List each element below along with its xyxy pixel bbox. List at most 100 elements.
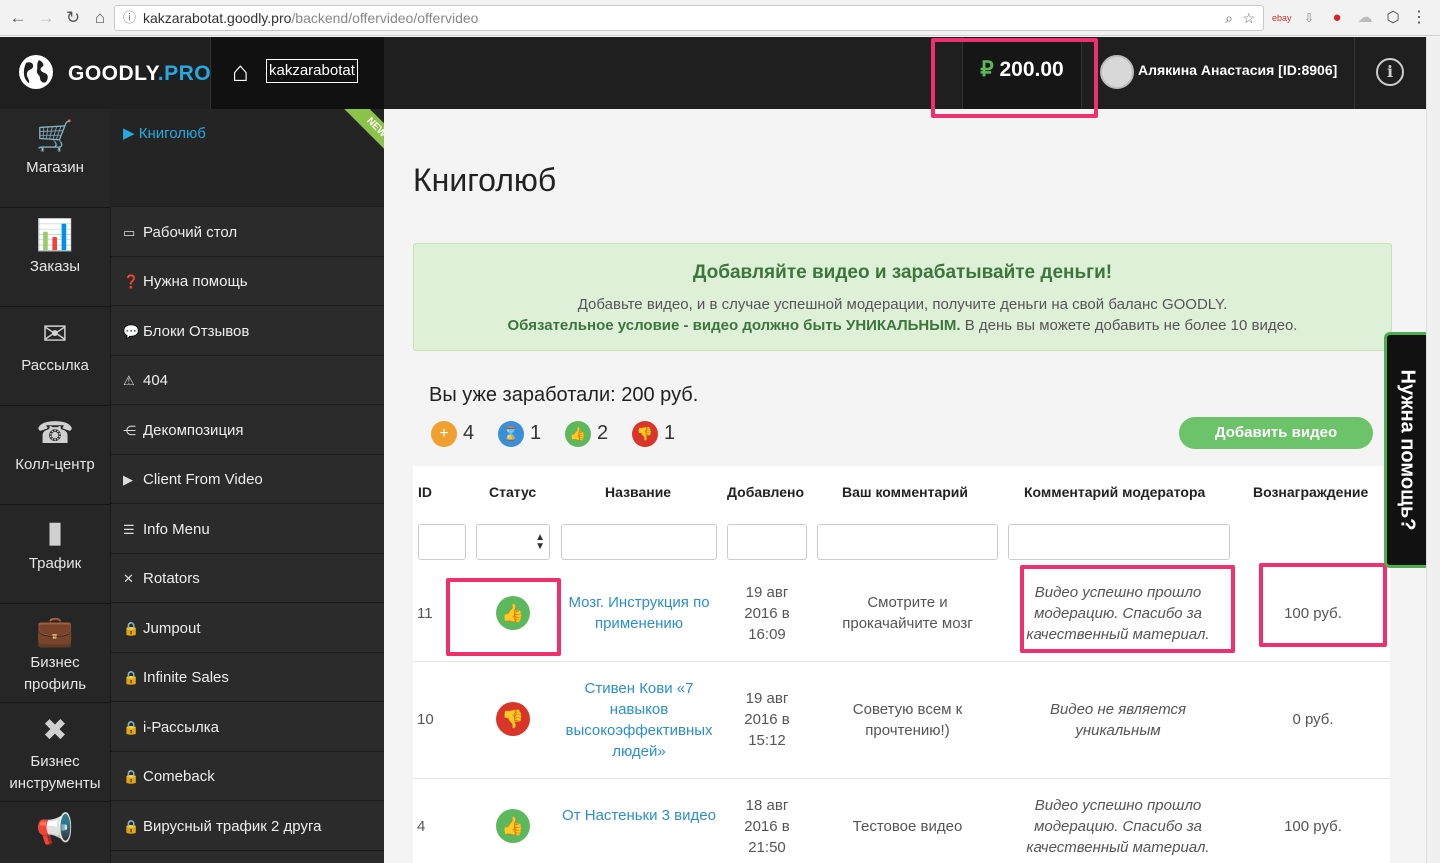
browser-menu-icon[interactable]: ⋮ (1410, 9, 1428, 27)
select-arrows-icon: ▲ ▼ (535, 532, 545, 552)
row-title-link[interactable]: От Настеньки 3 видео (561, 805, 717, 826)
row-title-link[interactable]: Стивен Кови «7 навыков высокоэффективных… (561, 678, 717, 762)
iconbar-item-callcenter[interactable]: ☎ Колл-центр (0, 406, 110, 505)
status-approved-icon: 👍 (496, 809, 530, 843)
info-banner: Добавляйте видео и зарабатывайте деньги!… (413, 243, 1392, 351)
row-id: 11 (417, 605, 433, 622)
cube-extension-icon[interactable]: ⬡ (1384, 9, 1402, 27)
info-icon[interactable]: i (1376, 58, 1404, 86)
bars-icon: ▮ (46, 516, 64, 549)
row-added: 18 авг 2016 в 21:50 (744, 797, 790, 856)
cloud-extension-icon[interactable]: ☁ (1356, 9, 1374, 27)
col-header-added[interactable]: Добавлено (727, 484, 804, 500)
menu-item-info-menu[interactable]: ☰ Info Menu (110, 505, 384, 554)
user-name[interactable]: Алякина Анастасия [ID:8906] (1138, 62, 1337, 78)
col-header-your-comment[interactable]: Ваш комментарий (842, 484, 968, 500)
menu-item-rotators[interactable]: ✕ Rotators (110, 554, 384, 603)
row-added: 19 авг 2016 в 15:12 (744, 690, 790, 749)
headset-icon: ☎ (36, 417, 74, 450)
filter-moderator-input[interactable] (1008, 524, 1230, 560)
menu-item-infinite-sales[interactable]: 🔒 Infinite Sales (110, 653, 384, 702)
help-side-tab[interactable]: Нужна помощь? (1384, 332, 1426, 568)
menu-item-jumpout[interactable]: 🔒 Jumpout (110, 604, 384, 653)
page-scrollbar[interactable] (1426, 37, 1440, 863)
menu-item-viral-traffic[interactable]: 🔒 Вирусный трафик 2 друга (110, 802, 384, 851)
zoom-icon[interactable]: ⌕ (1225, 6, 1233, 30)
comments-icon: 💬 (123, 324, 140, 339)
briefcase-icon: 💼 (36, 615, 74, 648)
row-reward: 100 руб. (1284, 818, 1342, 835)
add-video-button[interactable]: Добавить видео (1179, 417, 1373, 449)
menu-item-comeback[interactable]: 🔒 Comeback (110, 752, 384, 801)
col-header-moderator-comment[interactable]: Комментарий модератора (1024, 484, 1205, 500)
moderator-highlight-box (1020, 565, 1235, 653)
menu-item-client-from-video[interactable]: ▶ Client From Video (110, 455, 384, 504)
site-name[interactable]: kakzarabotat (266, 59, 358, 83)
filter-title-input[interactable] (561, 524, 717, 560)
filter-status-select[interactable]: ▲ ▼ (476, 524, 550, 560)
menu-item-i-mailing[interactable]: 🔒 i-Рассылка (110, 703, 384, 752)
lock-icon: 🔒 (123, 769, 140, 784)
col-header-status[interactable]: Статус (489, 484, 536, 500)
iconbar-item-traffic[interactable]: ▮ Трафик (0, 505, 110, 604)
warning-icon: ⚠ (123, 373, 135, 388)
menu-item-reviews[interactable]: 💬 Блоки Отзывов (110, 307, 384, 356)
play-icon: ▶ (123, 472, 133, 487)
tools-icon: ✖ (42, 714, 68, 747)
row-reward: 0 руб. (1292, 711, 1334, 728)
list-icon: ☰ (123, 522, 135, 537)
col-header-id[interactable]: ID (418, 484, 432, 500)
row-moderator-comment: Видео успешно прошло модерацию. Спасибо … (1026, 797, 1210, 856)
col-header-title[interactable]: Название (605, 484, 671, 500)
iconbar-item-business-profile[interactable]: 💼 Бизнес профиль (0, 604, 110, 703)
lock-icon: 🔒 (123, 819, 140, 834)
back-arrow-icon[interactable]: ← (8, 8, 28, 28)
col-header-reward[interactable]: Вознаграждение (1253, 484, 1368, 500)
shuffle-icon: ✕ (123, 571, 134, 586)
iconbar-item-business-tools[interactable]: ✖ Бизнес инструменты (0, 703, 110, 802)
bookmark-star-icon[interactable]: ☆ (1242, 6, 1255, 30)
sitemap-icon: ⋲ (123, 423, 136, 438)
ebay-extension-icon[interactable]: ebay (1272, 9, 1292, 27)
menu-item-404[interactable]: ⚠ 404 (110, 356, 384, 405)
monitor-icon: ▭ (123, 225, 136, 240)
plus-icon: + (431, 420, 457, 447)
row-id: 4 (417, 818, 426, 835)
iconbar-item-promo[interactable]: 📢 (0, 802, 110, 863)
reload-icon[interactable]: ↻ (63, 8, 83, 28)
filter-comment-input[interactable] (817, 524, 998, 560)
avatar[interactable] (1100, 55, 1134, 89)
filter-added-input[interactable] (727, 524, 807, 560)
address-bar[interactable]: ⓘ kakzarabotat.goodly.pro/backend/offerv… (114, 5, 1264, 31)
home-browser-icon[interactable]: ⌂ (90, 8, 110, 28)
video-camera-icon: ▶ (123, 125, 135, 142)
menu-item-knigolub[interactable]: ▶ Книголюб (123, 124, 206, 142)
status-rejected-icon: 👎 (496, 702, 530, 736)
menu-item-desktop[interactable]: ▭ Рабочий стол (110, 208, 384, 257)
globe-icon (19, 55, 53, 89)
row-title-link[interactable]: Мозг. Инструкция по применению (561, 592, 717, 634)
thumbs-up-icon: 👍 (565, 420, 591, 447)
lock-icon: 🔒 (123, 720, 140, 735)
banner-line2: Обязательное условие - видео должно быть… (507, 317, 1298, 334)
download-extension-icon[interactable]: ⇩ (1300, 9, 1318, 27)
earned-summary: Вы уже заработали: 200 руб. (429, 384, 699, 406)
pinterest-extension-icon[interactable]: ● (1328, 9, 1346, 27)
menu-item-help[interactable]: ❓ Нужна помощь (110, 257, 384, 306)
menu-item-decomposition[interactable]: ⋲ Декомпозиция (110, 406, 384, 455)
reward-highlight-box (1259, 563, 1387, 647)
forward-arrow-icon[interactable]: → (36, 8, 56, 28)
row-id: 10 (417, 711, 434, 728)
chart-icon: 📊 (36, 219, 74, 252)
stat-approved: 👍 2 (565, 419, 608, 447)
thumbs-down-icon: 👎 (632, 420, 658, 447)
home-icon[interactable]: ⌂ (232, 58, 262, 86)
page-title: Книголюб (413, 162, 557, 198)
logo-text: GOODLY.PRO (68, 62, 212, 85)
iconbar-item-orders[interactable]: 📊 Заказы (0, 208, 110, 307)
banner-heading: Добавляйте видео и зарабатывайте деньги! (692, 262, 1113, 283)
iconbar-item-mailing[interactable]: ✉ Рассылка (0, 307, 110, 406)
row-added: 19 авг 2016 в 16:09 (744, 584, 790, 643)
filter-id-input[interactable] (418, 524, 466, 560)
iconbar-item-shop[interactable]: 🛒 Магазин (0, 109, 110, 208)
